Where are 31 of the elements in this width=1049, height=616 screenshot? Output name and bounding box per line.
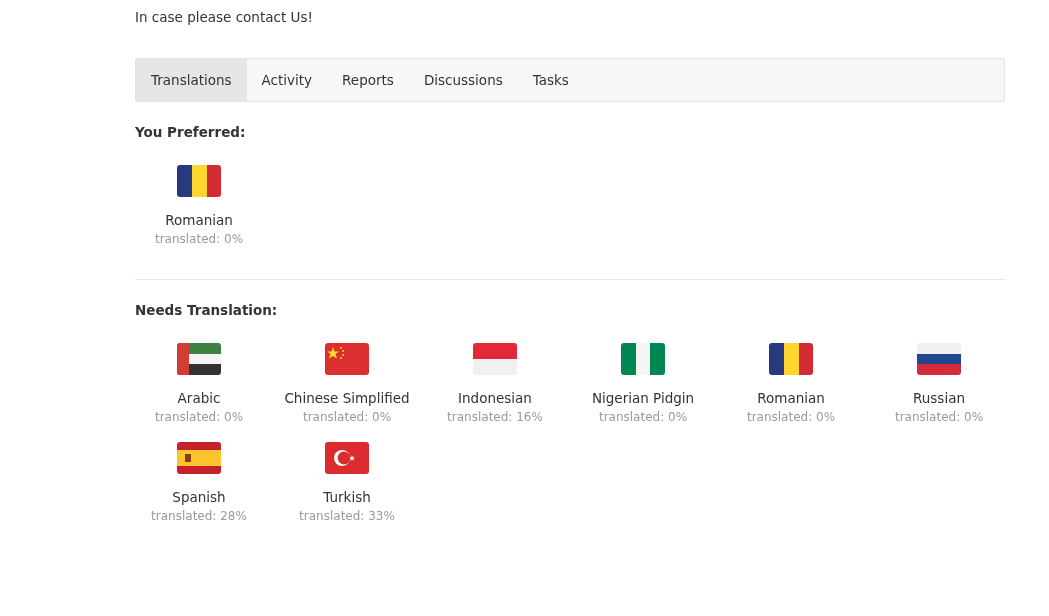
translation-status: translated: 16% bbox=[447, 409, 543, 426]
translation-status: translated: 0% bbox=[746, 409, 836, 426]
translation-status: translated: 0% bbox=[598, 409, 688, 426]
flag-icon[interactable] bbox=[177, 442, 221, 474]
language-name[interactable]: Russian bbox=[913, 389, 965, 407]
flag-icon[interactable] bbox=[769, 343, 813, 375]
tab[interactable]: Translations bbox=[136, 59, 247, 101]
language-name[interactable]: Romanian bbox=[165, 211, 233, 229]
language-name[interactable]: Nigerian Pidgin bbox=[591, 389, 695, 407]
translation-status: translated: 0% bbox=[154, 231, 244, 248]
translation-status: translated: 0% bbox=[154, 409, 244, 426]
flag-icon[interactable] bbox=[177, 165, 221, 197]
language-name[interactable]: Chinese Simplified bbox=[284, 389, 410, 407]
section-title: You Preferred: bbox=[135, 124, 247, 140]
tab[interactable]: Tasks bbox=[517, 59, 584, 101]
language-name[interactable]: Arabic bbox=[177, 389, 221, 407]
tab[interactable]: Activity bbox=[246, 59, 328, 101]
translation-status: translated: 0% bbox=[302, 409, 392, 426]
language-name[interactable]: Spanish bbox=[172, 488, 226, 506]
language-name[interactable]: Turkish bbox=[323, 488, 371, 506]
language-name[interactable]: Romanian bbox=[757, 389, 825, 407]
translation-status: translated: 28% bbox=[151, 508, 247, 525]
section-title: Needs Translation: bbox=[135, 302, 279, 318]
translation-status: translated: 0% bbox=[894, 409, 984, 426]
tab[interactable]: Reports bbox=[327, 59, 409, 101]
intro-text: In case please contact Us! bbox=[135, 8, 314, 27]
flag-icon[interactable] bbox=[917, 343, 961, 375]
flag-icon[interactable] bbox=[177, 343, 221, 375]
language-name[interactable]: Indonesian bbox=[458, 389, 532, 407]
tab[interactable]: Discussions bbox=[408, 59, 518, 101]
translation-status: translated: 33% bbox=[299, 508, 395, 525]
